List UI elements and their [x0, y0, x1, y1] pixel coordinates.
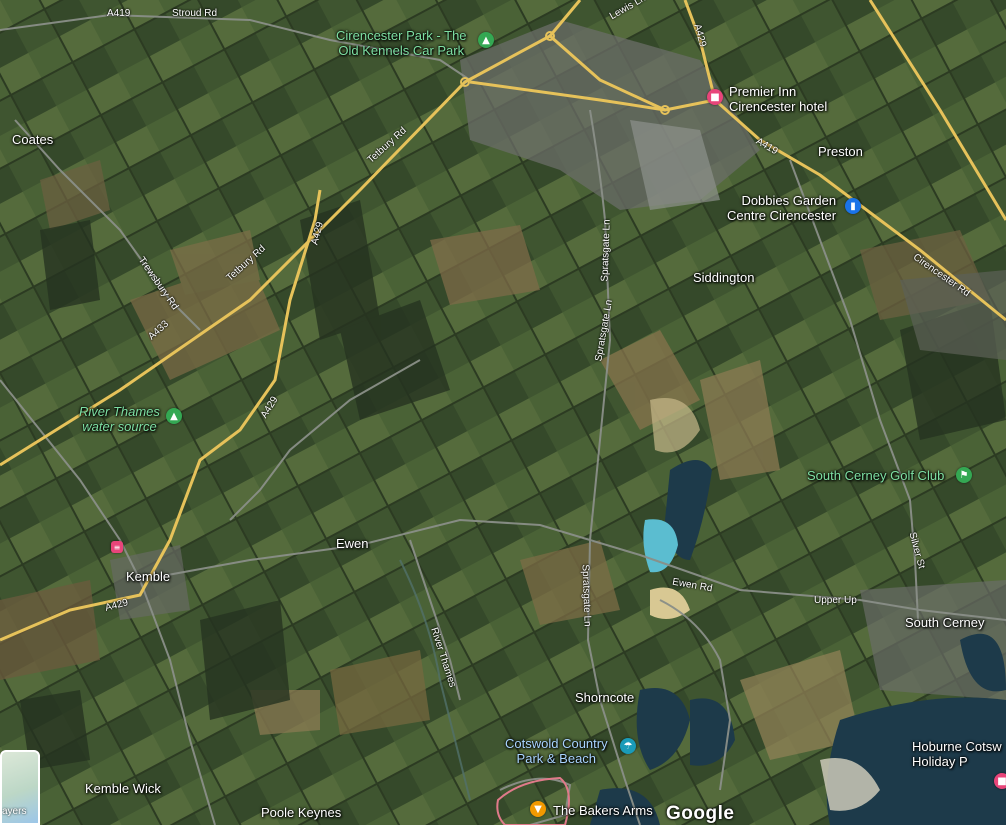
- drink-icon[interactable]: ▼: [530, 801, 546, 817]
- beach-icon[interactable]: ☂: [620, 738, 636, 754]
- poi-label-line: Cotswold Country: [505, 736, 608, 751]
- road-label-spratsgate-ln: Spratsgate Ln: [579, 564, 593, 627]
- poi-bakers-arms[interactable]: The Bakers Arms: [553, 803, 653, 818]
- poi-cotswold-country-park[interactable]: Cotswold Country Park & Beach: [505, 736, 608, 766]
- google-logo: Google: [666, 803, 735, 824]
- poi-cirencester-park[interactable]: Cirencester Park - The Old Kennels Car P…: [336, 28, 467, 58]
- poi-river-thames-source[interactable]: River Thames water source: [79, 404, 160, 434]
- poi-south-cerney-golf-club[interactable]: South Cerney Golf Club: [807, 468, 944, 483]
- place-label-siddington: Siddington: [693, 270, 755, 285]
- poi-premier-inn[interactable]: Premier Inn Cirencester hotel: [729, 84, 827, 114]
- tree-icon[interactable]: ▲: [166, 408, 182, 424]
- place-label-preston: Preston: [818, 144, 863, 159]
- layers-label: ayers: [2, 806, 27, 817]
- poi-label-line: Old Kennels Car Park: [338, 43, 465, 58]
- railway-icon[interactable]: ≡: [111, 541, 123, 553]
- poi-label-line: Cirencester hotel: [729, 99, 828, 114]
- poi-label-line: River Thames: [79, 404, 160, 419]
- road-label-a419: A419: [107, 8, 131, 19]
- bed-icon[interactable]: ■: [707, 89, 723, 105]
- tree-icon[interactable]: ▲: [478, 32, 494, 48]
- layers-toggle-button[interactable]: ayers: [0, 750, 40, 825]
- road-label-spratsgate-ln: Spratsgate Ln: [599, 219, 613, 282]
- place-label-poole-keynes: Poole Keynes: [261, 805, 342, 820]
- poi-label-line: Dobbies Garden: [741, 193, 837, 208]
- place-label-ewen: Ewen: [336, 536, 369, 551]
- poi-label-line: Centre Cirencester: [727, 208, 837, 223]
- poi-label-line: Premier Inn: [729, 84, 797, 99]
- poi-hoburne-cotswold[interactable]: Hoburne Cotsw Holiday P: [912, 739, 1002, 769]
- place-label-south-cerney: South Cerney: [905, 615, 985, 630]
- shopping-bag-icon[interactable]: ▮: [845, 198, 861, 214]
- bed-icon[interactable]: ■: [994, 773, 1006, 789]
- road-label-upper-up: Upper Up: [814, 595, 857, 606]
- place-label-kemble-wick: Kemble Wick: [85, 781, 161, 796]
- place-label-shorncote: Shorncote: [575, 690, 635, 705]
- poi-label-line: Park & Beach: [516, 751, 597, 766]
- road-label-stroud-rd: Stroud Rd: [172, 8, 218, 19]
- satellite-map[interactable]: A419 Stroud Rd Lewis Ln A429 Tetbury Rd …: [0, 0, 1006, 825]
- poi-label-line: Holiday P: [912, 754, 968, 769]
- place-label-kemble: Kemble: [126, 569, 171, 584]
- place-label-coates: Coates: [12, 132, 54, 147]
- poi-label-line: Cirencester Park - The: [336, 28, 467, 43]
- poi-dobbies[interactable]: Dobbies Garden Centre Cirencester: [727, 193, 836, 223]
- golf-icon[interactable]: ⚑: [956, 467, 972, 483]
- poi-label-line: Hoburne Cotsw: [912, 739, 1002, 754]
- poi-label-line: water source: [82, 419, 157, 434]
